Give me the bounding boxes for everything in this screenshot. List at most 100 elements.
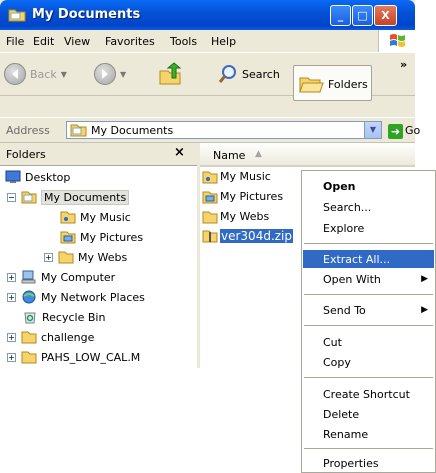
folders-pane-header: Folders × (0, 143, 197, 166)
file-item-label: ver304d.zip (220, 228, 294, 243)
search-button[interactable]: Search (218, 61, 280, 87)
submenu-arrow-icon: ▶ (421, 274, 428, 284)
toolbar-overflow-icon[interactable]: » (400, 58, 407, 71)
menu-item-cut[interactable]: Cut (303, 333, 434, 351)
go-button[interactable]: Go (405, 124, 420, 137)
window-title: My Documents (32, 7, 141, 22)
forward-button[interactable]: ▼ (94, 61, 126, 87)
menu-file[interactable]: File (6, 35, 24, 48)
menu-item-label: Open (323, 180, 356, 193)
folder-icon (58, 251, 74, 264)
maximize-button[interactable]: □ (352, 5, 373, 26)
expand-toggle-icon[interactable]: + (44, 252, 53, 262)
menu-bar: File Edit View Favorites Tools Help (0, 31, 415, 51)
file-item-my-pictures[interactable]: My Pictures (202, 188, 283, 205)
tree-item-label: My Documents (41, 189, 130, 205)
menu-item-extract-all[interactable]: Extract All... (303, 250, 434, 268)
menu-item-open-with[interactable]: Open With ▶ (303, 270, 434, 288)
tree-item-my-computer[interactable]: + My Computer (7, 269, 115, 285)
menu-item-label: Explore (323, 222, 365, 235)
back-label: Back (30, 67, 57, 81)
search-label: Search (242, 67, 280, 81)
menu-item-open[interactable]: Open (303, 177, 434, 195)
tree-item-pahs-low-cal[interactable]: + PAHS_LOW_CAL.M (7, 349, 140, 365)
file-item-my-music[interactable]: My Music (202, 168, 271, 185)
close-button[interactable]: X (374, 5, 397, 26)
up-folder-button[interactable] (158, 61, 184, 87)
back-button[interactable]: Back ▼ (4, 61, 67, 87)
go-arrow-icon[interactable]: ➜ (388, 124, 403, 139)
menu-item-label: Extract All... (323, 253, 391, 266)
forward-arrow-icon (94, 63, 116, 85)
menu-view[interactable]: View (64, 35, 90, 48)
tree-item-my-music[interactable]: My Music (60, 209, 131, 225)
tree-item-challenge[interactable]: + challenge (7, 329, 94, 345)
folders-pane: Folders × Desktop − My Documents My Musi… (0, 143, 200, 368)
my-pictures-folder-icon (202, 191, 218, 203)
menu-item-send-to[interactable]: Send To ▶ (303, 301, 434, 319)
menu-separator (304, 377, 433, 378)
expand-toggle-icon[interactable]: + (7, 352, 16, 362)
menu-item-copy[interactable]: Copy (303, 353, 434, 371)
folder-icon (202, 211, 218, 223)
folders-pane-title: Folders (6, 148, 46, 161)
menu-favorites[interactable]: Favorites (105, 35, 155, 48)
tree-item-my-network-places[interactable]: + My Network Places (7, 289, 145, 305)
menu-item-rename[interactable]: Rename (303, 425, 434, 443)
menu-edit[interactable]: Edit (33, 35, 54, 48)
my-music-folder-icon (202, 171, 218, 183)
menu-separator (304, 325, 433, 326)
tree-item-desktop[interactable]: Desktop (5, 169, 70, 185)
menu-item-label: Search... (323, 201, 372, 214)
menu-item-create-shortcut[interactable]: Create Shortcut (303, 385, 434, 403)
menu-tools[interactable]: Tools (170, 35, 197, 48)
folder-open-icon (21, 191, 37, 204)
forward-dropdown-icon[interactable]: ▼ (120, 70, 126, 79)
file-item-label: My Music (220, 170, 271, 183)
tree-item-label: Desktop (25, 170, 71, 184)
expand-toggle-icon[interactable]: + (7, 272, 16, 282)
my-pictures-folder-icon (60, 231, 76, 244)
expand-toggle-icon[interactable]: + (7, 332, 16, 342)
column-header-name[interactable]: Name ▲ (200, 143, 415, 167)
tree-item-recycle-bin[interactable]: Recycle Bin (22, 309, 105, 325)
menu-item-label: Open With (323, 273, 381, 286)
file-item-my-webs[interactable]: My Webs (202, 208, 269, 225)
tree-item-my-webs[interactable]: + My Webs (44, 249, 127, 265)
tree-item-my-documents[interactable]: − My Documents (7, 189, 130, 205)
folders-pane-close-icon[interactable]: × (174, 145, 185, 160)
menu-item-search[interactable]: Search... (303, 198, 434, 216)
folders-icon (299, 77, 324, 93)
file-item-label: My Webs (220, 210, 270, 223)
tree-item-label: My Computer (41, 270, 116, 284)
folders-toggle-button[interactable]: Folders (293, 65, 372, 101)
tree-item-label: My Music (80, 210, 131, 224)
menu-item-delete[interactable]: Delete (303, 405, 434, 423)
recycle-bin-icon (24, 312, 36, 324)
search-icon (218, 65, 236, 83)
address-dropdown-icon[interactable]: ▼ (364, 122, 381, 138)
title-bar[interactable]: My Documents _ □ X (0, 0, 415, 30)
menu-help[interactable]: Help (211, 35, 236, 48)
column-name-label: Name (213, 149, 246, 162)
tree-item-label: My Pictures (80, 230, 144, 244)
computer-icon (21, 270, 36, 284)
folder-icon (21, 331, 37, 344)
menu-item-label: Properties (323, 457, 379, 470)
collapse-toggle-icon[interactable]: − (7, 192, 16, 202)
up-folder-icon (159, 62, 182, 85)
menu-item-explore[interactable]: Explore (303, 219, 434, 237)
menu-item-properties[interactable]: Properties (303, 454, 434, 472)
address-input[interactable]: My Documents ▼ (66, 121, 382, 139)
back-arrow-icon (4, 63, 26, 85)
menu-item-label: Delete (323, 408, 360, 421)
menu-item-label: Cut (323, 336, 342, 349)
file-item-ver304d-zip[interactable]: ver304d.zip (202, 227, 294, 244)
back-dropdown-icon[interactable]: ▼ (61, 70, 67, 79)
minimize-button[interactable]: _ (330, 5, 351, 26)
context-menu: Open Search... Explore Extract All... Op… (301, 170, 436, 473)
menu-item-label: Send To (323, 304, 366, 317)
tree-item-my-pictures[interactable]: My Pictures (60, 229, 143, 245)
folders-label: Folders (328, 78, 368, 91)
expand-toggle-icon[interactable]: + (7, 292, 16, 302)
